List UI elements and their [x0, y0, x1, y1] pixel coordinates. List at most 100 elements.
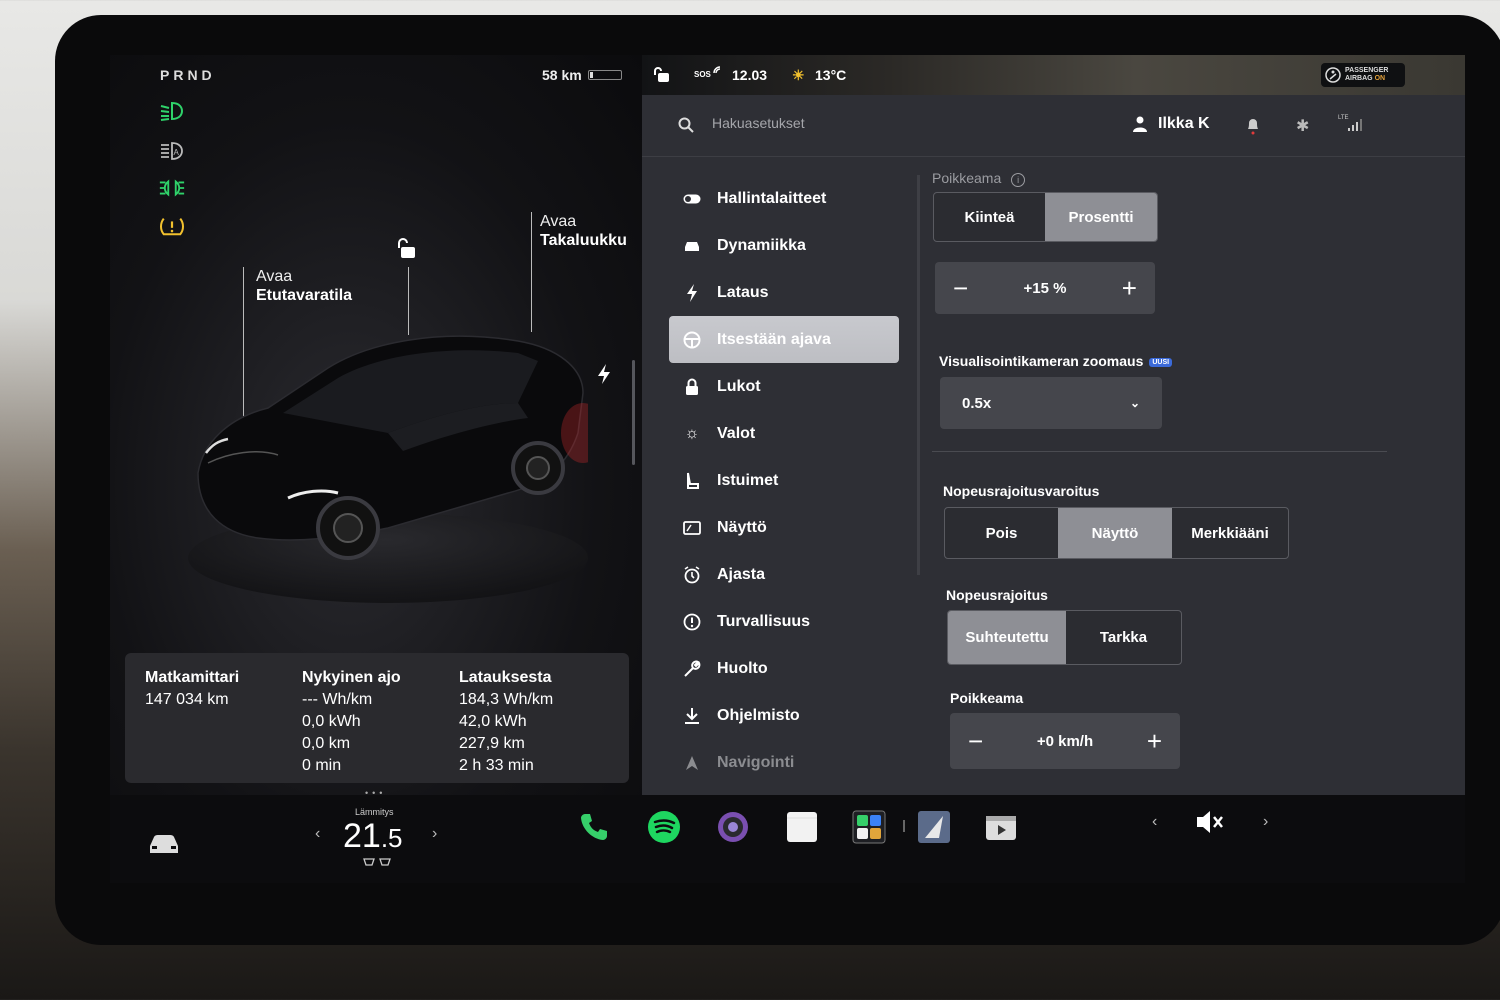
- theater-icon[interactable]: [984, 810, 1018, 844]
- decrease-button[interactable]: −: [953, 273, 968, 304]
- signal-bars-icon: [1348, 119, 1362, 131]
- speed-warning-chime-button[interactable]: Merkkiääni: [1172, 508, 1288, 558]
- offset-mode-fixed-button[interactable]: Kiinteä: [934, 193, 1045, 241]
- menu-item-software[interactable]: Ohjelmisto: [669, 692, 899, 739]
- search-icon[interactable]: [678, 117, 694, 133]
- menu-item-dynamics[interactable]: Dynamiikka: [669, 222, 899, 269]
- current-trip-distance: 0,0 km: [302, 735, 351, 752]
- menu-item-display[interactable]: Näyttö: [669, 504, 899, 551]
- temp-whole: 21: [343, 817, 381, 855]
- spotify-icon[interactable]: [647, 810, 681, 844]
- menu-item-label: Istuimet: [717, 471, 779, 489]
- volume-down-arrow[interactable]: ‹: [1152, 813, 1157, 831]
- notification-bell-icon[interactable]: [1246, 117, 1260, 135]
- seat-heater-icons[interactable]: [362, 857, 394, 869]
- zoom-title-text: Visualisointikameran zoomaus: [939, 353, 1144, 369]
- limit-decrease-button[interactable]: −: [968, 726, 983, 757]
- limit-offset-value: +0 km/h: [1036, 732, 1094, 750]
- panel-scrollbar[interactable]: [632, 360, 635, 465]
- car-model-y-image: [188, 335, 588, 603]
- airbag-text-line2: AIRBAG: [1345, 75, 1373, 82]
- offset-mode-percent-button[interactable]: Prosentti: [1045, 193, 1157, 241]
- menu-item-controls[interactable]: Hallintalaitteet: [669, 175, 899, 222]
- unlock-icon[interactable]: [396, 237, 418, 261]
- speed-limit-exact-button[interactable]: Tarkka: [1066, 611, 1181, 664]
- menu-item-locks[interactable]: Lukot: [669, 363, 899, 410]
- dock-separator: [903, 820, 905, 832]
- fog-light-icon[interactable]: [158, 177, 186, 199]
- cabin-temperature[interactable]: 21.5: [343, 817, 403, 856]
- airbag-icon: [1325, 67, 1341, 83]
- offset-stepper: − +15 % +: [935, 262, 1155, 314]
- speed-warning-display-button[interactable]: Näyttö: [1058, 508, 1172, 558]
- current-trip-efficiency: --- Wh/km: [302, 691, 373, 708]
- sun-icon: ☀: [792, 67, 805, 83]
- temp-increase-arrow[interactable]: ›: [432, 825, 437, 843]
- auto-high-beam-icon[interactable]: A: [158, 140, 186, 162]
- lightning-icon: [683, 283, 701, 302]
- since-charge-distance: 227,9 km: [459, 735, 525, 752]
- svg-text:A: A: [174, 148, 180, 157]
- menu-item-lights[interactable]: ☼ Valot: [669, 410, 899, 457]
- wrench-icon: [683, 660, 701, 678]
- increase-button[interactable]: +: [1122, 273, 1137, 304]
- settings-menu: Hallintalaitteet Dynamiikka Lataus Itses…: [669, 175, 899, 786]
- menu-item-navigation[interactable]: Navigointi: [669, 739, 899, 786]
- menu-item-safety[interactable]: Turvallisuus: [669, 598, 899, 645]
- zoom-dropdown[interactable]: 0.5x ⌄: [940, 377, 1162, 429]
- lock-status-icon[interactable]: [652, 67, 670, 83]
- camera-icon[interactable]: [716, 810, 750, 844]
- notes-icon[interactable]: [785, 810, 819, 844]
- new-badge: UUSI: [1149, 357, 1173, 367]
- sos-indicator: SOS: [694, 70, 711, 79]
- limit-offset-title: Poikkeama: [950, 690, 1024, 706]
- odometer-title: Matkamittari: [145, 669, 240, 686]
- speed-warning-off-button[interactable]: Pois: [945, 508, 1058, 558]
- offset-title-text: Poikkeama: [932, 170, 1002, 186]
- navigation-app-icon[interactable]: [917, 810, 951, 844]
- temp-decrease-arrow[interactable]: ‹: [315, 825, 320, 843]
- car-settings-icon[interactable]: [147, 827, 181, 861]
- range-indicator: 58 km: [542, 67, 622, 83]
- menu-item-charging[interactable]: Lataus: [669, 269, 899, 316]
- alarm-clock-icon: [683, 565, 701, 584]
- limit-increase-button[interactable]: +: [1147, 726, 1162, 757]
- menu-item-schedule[interactable]: Ajasta: [669, 551, 899, 598]
- steering-wheel-icon: [683, 331, 701, 349]
- speed-warning-title: Nopeusrajoitusvaroitus: [943, 483, 1100, 499]
- menu-item-autopilot[interactable]: Itsestään ajava: [669, 316, 899, 363]
- mute-icon[interactable]: [1193, 805, 1227, 839]
- menu-item-label: Näyttö: [717, 518, 767, 536]
- charge-port-icon[interactable]: [596, 363, 612, 385]
- menu-item-label: Huolto: [717, 659, 768, 677]
- driver-profile[interactable]: Ilkka K: [1132, 115, 1210, 133]
- menu-item-seats[interactable]: Istuimet: [669, 457, 899, 504]
- speed-warning-selector: Pois Näyttö Merkkiääni: [944, 507, 1289, 559]
- frunk-callout-line1: Avaa: [256, 268, 293, 285]
- current-trip-column: Nykyinen ajo --- Wh/km 0,0 kWh 0,0 km 0 …: [302, 667, 401, 777]
- lock-icon: [683, 378, 701, 396]
- trunk-callout[interactable]: Avaa Takaluukku: [540, 212, 627, 250]
- frunk-callout[interactable]: Avaa Etutavaratila: [256, 267, 352, 305]
- bottom-dock: ‹ Lämmitys 21.5 › ‹ ›: [110, 795, 1465, 883]
- speed-limit-selector: Suhteutettu Tarkka: [947, 610, 1182, 665]
- zoom-title: Visualisointikameran zoomaus UUSI: [939, 353, 1173, 369]
- app-launcher-icon[interactable]: [852, 810, 886, 844]
- settings-search-input[interactable]: [712, 115, 1012, 131]
- phone-icon[interactable]: [577, 810, 611, 844]
- info-icon[interactable]: i: [1011, 173, 1026, 187]
- temp-decimal: .5: [380, 823, 403, 853]
- limit-offset-stepper: − +0 km/h +: [950, 713, 1180, 769]
- volume-up-arrow[interactable]: ›: [1263, 813, 1268, 831]
- menu-item-service[interactable]: Huolto: [669, 645, 899, 692]
- since-charge-duration: 2 h 33 min: [459, 757, 534, 774]
- bluetooth-icon[interactable]: ✱: [1296, 116, 1309, 136]
- menu-item-label: Ajasta: [717, 565, 766, 583]
- menu-scrollbar[interactable]: [917, 175, 920, 575]
- current-trip-duration: 0 min: [302, 757, 342, 774]
- trip-info-card[interactable]: Matkamittari 147 034 km Nykyinen ajo ---…: [125, 653, 629, 783]
- climate-label: Lämmitys: [355, 807, 394, 817]
- low-beam-icon[interactable]: [158, 100, 186, 122]
- speed-limit-relative-button[interactable]: Suhteutettu: [948, 611, 1066, 664]
- settings-header: Ilkka K ✱ LTE: [642, 95, 1465, 157]
